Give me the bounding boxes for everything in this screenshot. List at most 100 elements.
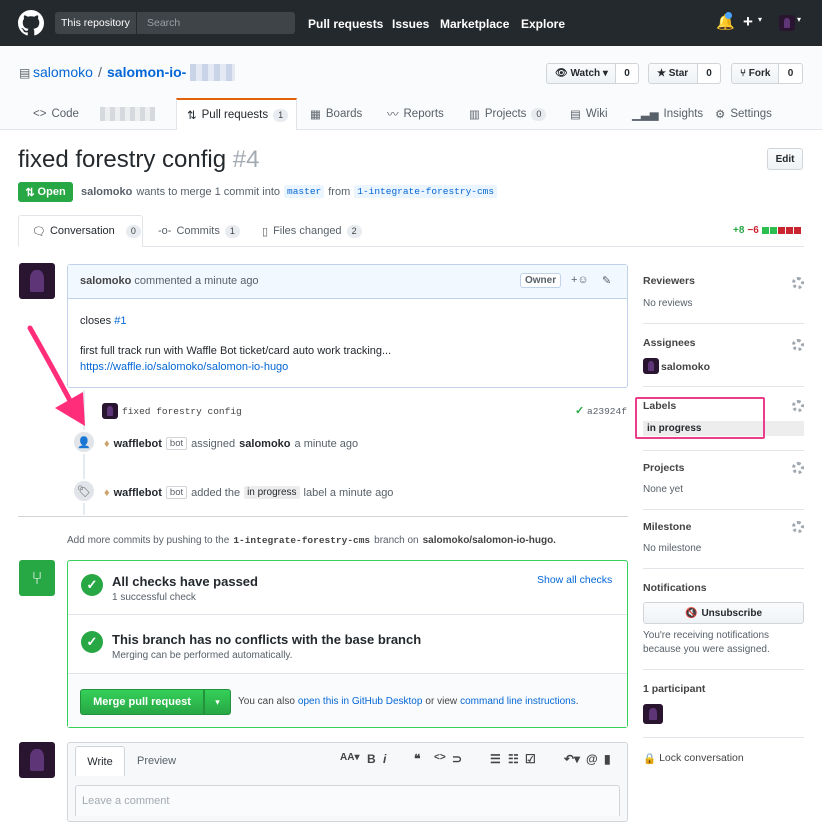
tasklist-icon[interactable]: ☑: [525, 752, 536, 766]
notifications-reason-2: because you were assigned.: [643, 644, 770, 655]
author-avatar[interactable]: [19, 263, 55, 299]
gear-icon[interactable]: [792, 400, 804, 412]
pencil-icon[interactable]: ✎: [602, 274, 611, 287]
gear-icon[interactable]: [792, 277, 804, 289]
list-unordered-icon[interactable]: ☰: [490, 752, 501, 766]
merge-pull-request-button[interactable]: Merge pull request: [80, 689, 204, 715]
waffle-bot-icon: ♦: [104, 437, 110, 450]
watch-button[interactable]: 👁 Watch ▾: [546, 63, 616, 84]
comment-link[interactable]: https://waffle.io/salomoko/salomon-io-hu…: [80, 361, 288, 373]
pulse-icon: 〰: [387, 109, 399, 121]
event-target[interactable]: salomoko: [239, 438, 290, 450]
bot-badge: bot: [165, 437, 188, 450]
gear-icon[interactable]: [792, 462, 804, 474]
event-actor[interactable]: wafflebot: [114, 487, 162, 499]
search-input[interactable]: Search: [147, 17, 180, 29]
tab-preview[interactable]: Preview: [137, 755, 176, 767]
participant-avatar[interactable]: [643, 704, 663, 724]
user-avatar[interactable]: [779, 15, 795, 31]
nav-pull-requests[interactable]: Pull requests: [308, 17, 383, 31]
divider: [643, 450, 804, 451]
desktop-link[interactable]: open this in GitHub Desktop: [298, 696, 423, 707]
link-icon[interactable]: ⊃: [452, 752, 462, 766]
milestone-value: No milestone: [643, 543, 702, 554]
command-line-link[interactable]: command line instructions: [460, 696, 576, 707]
comment-icon: 🗨: [32, 225, 46, 238]
pr-title: fixed forestry config #4: [18, 146, 260, 173]
pull-request-icon: ⇅: [25, 186, 35, 199]
mention-icon[interactable]: @: [586, 752, 598, 766]
notification-dot: [725, 12, 732, 19]
watch-count[interactable]: 0: [616, 63, 639, 84]
comment-body-text: first full track run with Waffle Bot tic…: [80, 345, 392, 357]
divider: [643, 386, 804, 387]
caret-down-icon[interactable]: ▾: [758, 15, 762, 24]
merge-options-dropdown[interactable]: ▾: [204, 689, 231, 715]
head-branch[interactable]: 1-integrate-forestry-cms: [354, 185, 498, 198]
person-icon: 👤: [72, 430, 96, 454]
italic-icon[interactable]: i: [383, 752, 386, 766]
star-count[interactable]: 0: [698, 63, 721, 84]
fork-button[interactable]: ⑂ Fork: [731, 63, 779, 84]
plus-icon[interactable]: +: [743, 12, 753, 32]
add-reaction-icon[interactable]: +☺: [571, 274, 589, 286]
star-button[interactable]: ★ Star: [648, 63, 698, 84]
tab-write[interactable]: Write: [75, 746, 125, 776]
issue-link[interactable]: #1: [114, 315, 126, 327]
event-actor[interactable]: wafflebot: [114, 438, 162, 450]
tab-settings[interactable]: ⚙ Settings: [715, 98, 772, 130]
tab-code[interactable]: <> Code: [33, 98, 79, 130]
owner-badge: Owner: [520, 273, 562, 288]
assignee-avatar[interactable]: [643, 358, 659, 374]
gear-icon[interactable]: [792, 521, 804, 533]
reply-icon[interactable]: ↶▾: [564, 752, 580, 766]
show-all-checks-link[interactable]: Show all checks: [537, 574, 612, 586]
label-chip[interactable]: in progress: [244, 486, 300, 499]
comment-textarea[interactable]: Leave a comment: [75, 785, 620, 816]
nav-explore[interactable]: Explore: [521, 17, 565, 31]
text-size-icon[interactable]: AA▾: [340, 752, 359, 763]
repo-owner-link[interactable]: salomoko: [33, 64, 93, 80]
nav-marketplace[interactable]: Marketplace: [440, 17, 509, 31]
repo-name-link[interactable]: salomon-io-: [107, 64, 186, 80]
tab-boards[interactable]: ▦ Boards: [310, 98, 362, 130]
gear-icon[interactable]: [792, 339, 804, 351]
bold-icon[interactable]: B: [367, 752, 376, 766]
graph-icon: ▁▃▅: [632, 109, 659, 121]
tab-commits[interactable]: -o- Commits 1: [158, 225, 240, 238]
fork-count[interactable]: 0: [779, 63, 803, 84]
list-ordered-icon[interactable]: ☷: [508, 752, 519, 766]
assignee-name[interactable]: salomoko: [661, 361, 710, 373]
github-logo-icon[interactable]: [18, 10, 44, 36]
tag-icon: 🏷: [72, 479, 96, 503]
search-box: This repository Search: [55, 12, 295, 34]
nav-issues[interactable]: Issues: [392, 17, 429, 31]
tab-reports[interactable]: 〰 Reports: [387, 98, 444, 130]
tab-wiki[interactable]: ▤ Wiki: [570, 98, 608, 130]
eye-icon: 👁: [555, 68, 568, 79]
comment-author[interactable]: salomoko: [80, 275, 131, 287]
tab-projects[interactable]: ▥ Projects 0: [469, 98, 547, 130]
lock-conversation-link[interactable]: 🔒 Lock conversation: [643, 752, 744, 765]
merge-alternatives: You can also open this in GitHub Desktop…: [238, 696, 579, 707]
tab-conversation[interactable]: 🗨 Conversation 0: [18, 215, 143, 247]
tab-files-changed[interactable]: ▯ Files changed 2: [262, 225, 362, 238]
base-branch[interactable]: master: [284, 185, 325, 198]
commit-sha[interactable]: a23924f: [587, 406, 627, 417]
milestone-title: Milestone: [643, 521, 692, 533]
caret-down-icon[interactable]: ▾: [797, 15, 801, 24]
pr-author[interactable]: salomoko: [81, 186, 132, 198]
edit-button[interactable]: Edit: [767, 148, 803, 170]
notifications-title: Notifications: [643, 582, 707, 594]
tab-pull-requests[interactable]: ⇅ Pull requests 1: [176, 98, 297, 130]
quote-icon[interactable]: ❝: [414, 752, 420, 766]
bookmark-icon[interactable]: ▮: [604, 752, 611, 766]
unsubscribe-button[interactable]: 🔇 Unsubscribe: [643, 602, 804, 624]
code-icon[interactable]: <>: [434, 752, 446, 763]
annotation-arrow-icon: [27, 325, 85, 426]
tab-insights[interactable]: ▁▃▅ Insights: [632, 98, 703, 130]
projects-count: 0: [531, 107, 547, 121]
project-icon: ▥: [469, 109, 480, 121]
commit-message[interactable]: fixed forestry config: [122, 406, 242, 417]
divider: [643, 669, 804, 670]
